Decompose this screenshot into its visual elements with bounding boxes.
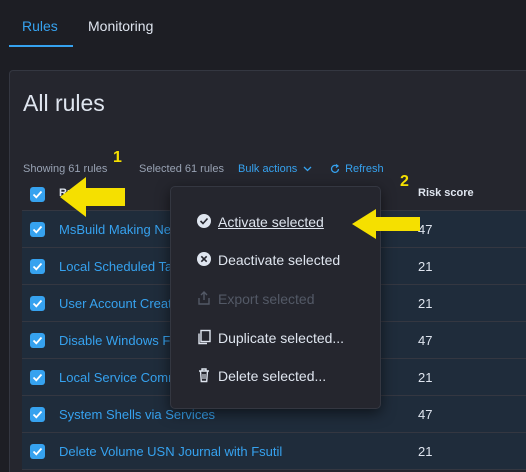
- export-icon: [198, 291, 210, 305]
- column-header-risk-score[interactable]: Risk score: [418, 187, 474, 199]
- checkmark-icon: [32, 262, 43, 271]
- bulk-actions-button[interactable]: Bulk actions: [238, 163, 312, 175]
- refresh-button[interactable]: Refresh: [330, 163, 384, 175]
- row-checkbox[interactable]: [30, 222, 45, 237]
- activate-selected-item[interactable]: Activate selected: [171, 207, 380, 237]
- row-checkbox[interactable]: [30, 296, 45, 311]
- risk-score: 21: [418, 370, 433, 385]
- refresh-label: Refresh: [345, 163, 384, 175]
- tab-bar: Rules Monitoring: [0, 0, 526, 48]
- annotation-arrow-left-icon: [60, 177, 125, 217]
- delete-selected-label: Delete selected...: [218, 368, 327, 384]
- tab-monitoring[interactable]: Monitoring: [88, 18, 153, 34]
- cross-circle-icon: [197, 252, 211, 266]
- risk-score: 21: [418, 296, 433, 311]
- row-checkbox[interactable]: [30, 259, 45, 274]
- risk-score: 47: [418, 333, 433, 348]
- delete-selected-item[interactable]: Delete selected...: [171, 361, 380, 391]
- row-checkbox[interactable]: [30, 333, 45, 348]
- export-selected-item: Export selected: [171, 284, 380, 314]
- row-checkbox[interactable]: [30, 444, 45, 459]
- refresh-icon: [330, 164, 340, 174]
- risk-score: 21: [418, 444, 433, 459]
- copy-icon: [198, 329, 211, 345]
- duplicate-selected-label: Duplicate selected...: [218, 330, 345, 346]
- checkmark-icon: [32, 190, 43, 199]
- annotation-arrow-left-icon: [352, 209, 420, 239]
- bulk-actions-label: Bulk actions: [238, 163, 298, 175]
- row-checkbox[interactable]: [30, 370, 45, 385]
- export-selected-label: Export selected: [218, 291, 315, 307]
- deactivate-selected-label: Deactivate selected: [218, 252, 341, 268]
- rule-name-link[interactable]: System Shells via Services: [59, 407, 215, 422]
- select-all-checkbox[interactable]: [30, 187, 45, 202]
- checkmark-icon: [32, 299, 43, 308]
- checkmark-icon: [32, 225, 43, 234]
- activate-selected-label: Activate selected: [218, 214, 324, 230]
- table-row: Delete Volume USN Journal with Fsutil 21: [22, 433, 526, 470]
- row-checkbox[interactable]: [30, 407, 45, 422]
- checkmark-icon: [32, 447, 43, 456]
- annotation-step-1: 1: [113, 149, 122, 166]
- rule-name-link[interactable]: Delete Volume USN Journal with Fsutil: [59, 444, 282, 459]
- deactivate-selected-item[interactable]: Deactivate selected: [171, 245, 380, 275]
- trash-icon: [199, 368, 209, 383]
- active-tab-indicator: [9, 45, 73, 47]
- chevron-down-icon: [303, 166, 312, 172]
- tab-rules[interactable]: Rules: [22, 18, 58, 34]
- checkmark-icon: [32, 373, 43, 382]
- risk-score: 21: [418, 259, 433, 274]
- selected-count: Selected 61 rules: [139, 163, 224, 175]
- check-circle-icon: [197, 214, 211, 228]
- risk-score: 47: [418, 407, 433, 422]
- annotation-step-2: 2: [400, 173, 409, 190]
- duplicate-selected-item[interactable]: Duplicate selected...: [171, 323, 380, 353]
- page-title: All rules: [23, 90, 105, 116]
- checkmark-icon: [32, 410, 43, 419]
- checkmark-icon: [32, 336, 43, 345]
